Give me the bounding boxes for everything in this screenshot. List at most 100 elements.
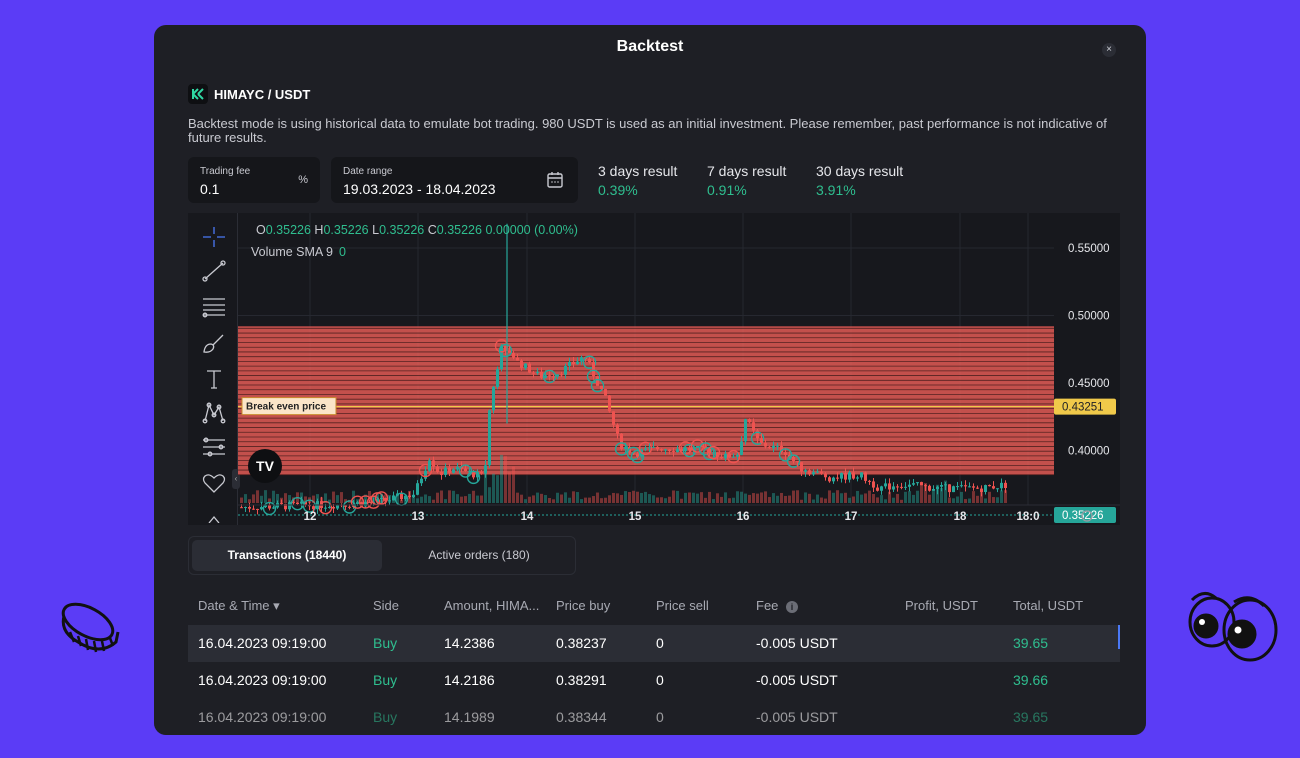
- candle-body: [972, 486, 975, 488]
- cell-price-buy: 0.38291: [556, 672, 607, 688]
- price-chart[interactable]: ‹ 0.55000 0.50000 0.45000 0.40000 0.43251 0.3…: [188, 213, 1120, 525]
- volume-bar: [896, 493, 899, 503]
- table-scrollbar[interactable]: [1118, 625, 1120, 649]
- candle-body: [940, 484, 943, 487]
- trading-fee-value[interactable]: 0.1: [200, 181, 219, 197]
- info-icon[interactable]: i: [786, 601, 799, 613]
- fee-header-label: Fee: [756, 598, 779, 613]
- volume-bar: [964, 499, 967, 503]
- volume-bar: [488, 487, 491, 503]
- candle-body: [248, 506, 251, 509]
- pair-label: HIMAYC / USDT: [214, 86, 311, 102]
- candle-body: [856, 477, 859, 479]
- volume-bar: [624, 491, 627, 503]
- candle-body: [548, 375, 551, 377]
- col-side[interactable]: Side: [373, 598, 399, 613]
- col-total[interactable]: Total, USDT: [1013, 598, 1083, 613]
- candle-body: [736, 454, 739, 457]
- candle-body: [512, 352, 515, 358]
- volume-bar: [260, 495, 263, 503]
- table-row[interactable]: 16.04.2023 09:19:00 Buy 14.2386 0.38237 …: [188, 625, 1120, 662]
- change-value: 0.00000 (0.00%): [485, 223, 578, 237]
- volume-bar: [800, 499, 803, 503]
- trend-line-icon[interactable]: [201, 259, 227, 283]
- col-price-buy[interactable]: Price buy: [556, 598, 610, 613]
- calendar-icon[interactable]: [546, 171, 564, 189]
- volume-bar: [836, 490, 839, 503]
- volume-bar: [356, 499, 359, 503]
- candle-body: [348, 506, 351, 508]
- volume-bar: [576, 492, 579, 503]
- candle-body: [608, 395, 611, 412]
- candle-body: [928, 485, 931, 491]
- candle-body: [540, 371, 543, 378]
- date-range-field[interactable]: Date range 19.03.2023 - 18.04.2023: [331, 157, 578, 203]
- time-tick-label: 17: [845, 511, 858, 523]
- candle-body: [528, 363, 531, 373]
- candle-body: [332, 506, 335, 509]
- pattern-icon[interactable]: [201, 401, 227, 425]
- candle-body: [260, 507, 263, 510]
- volume-bar: [476, 495, 479, 503]
- volume-bar: [596, 492, 599, 503]
- volume-legend: Volume SMA 9 0: [251, 245, 346, 259]
- volume-bar: [944, 480, 947, 503]
- candle-body: [544, 375, 547, 378]
- candle-body: [600, 385, 603, 390]
- trading-fee-field[interactable]: Trading fee 0.1 %: [188, 157, 320, 203]
- price-tick-label: 0.55000: [1068, 243, 1110, 255]
- volume-bar: [552, 499, 555, 503]
- percent-unit: %: [298, 174, 308, 186]
- volume-bar: [248, 499, 251, 503]
- close-icon[interactable]: ×: [1102, 43, 1116, 57]
- volume-bar: [784, 495, 787, 503]
- high-value: 0.35226: [323, 223, 369, 237]
- eraser-icon[interactable]: [201, 509, 227, 524]
- measure-icon[interactable]: [201, 435, 227, 459]
- volume-bar: [748, 494, 751, 503]
- volume-bar: [676, 490, 679, 503]
- candle-body: [464, 468, 467, 472]
- col-amount[interactable]: Amount, HIMA...: [444, 598, 539, 613]
- brush-icon[interactable]: [201, 331, 227, 355]
- pair-header: HIMAYC / USDT: [188, 84, 310, 104]
- date-range-value[interactable]: 19.03.2023 - 18.04.2023: [343, 181, 496, 197]
- volume-bar: [480, 495, 483, 503]
- candle-body: [652, 446, 655, 448]
- text-tool-icon[interactable]: [201, 367, 227, 391]
- volume-bar: [620, 494, 623, 503]
- col-date-time[interactable]: Date & Time ▾: [198, 598, 280, 614]
- volume-bar: [524, 499, 527, 503]
- candle-body: [872, 481, 875, 488]
- col-fee[interactable]: Fee i: [756, 598, 799, 613]
- volume-bar: [916, 490, 919, 503]
- volume-bar: [732, 497, 735, 503]
- table-row[interactable]: 16.04.2023 09:19:00 Buy 14.2186 0.38291 …: [188, 662, 1120, 699]
- open-label: O: [256, 223, 266, 237]
- tab-active-orders[interactable]: Active orders (180): [385, 540, 573, 571]
- col-price-sell[interactable]: Price sell: [656, 598, 709, 613]
- volume-bar: [688, 492, 691, 503]
- cell-amount: 14.2386: [444, 635, 495, 651]
- col-profit[interactable]: Profit, USDT: [905, 598, 978, 613]
- candle-body: [676, 448, 679, 452]
- candle-body: [452, 469, 455, 473]
- cell-price-sell: 0: [656, 672, 664, 688]
- tab-transactions[interactable]: Transactions (18440): [192, 540, 382, 571]
- cell-date: 16.04.2023 09:19:00: [198, 635, 327, 651]
- current-price-value: 0.35226: [1062, 510, 1104, 522]
- candle-body: [244, 506, 247, 508]
- volume-bar: [604, 497, 607, 503]
- price-tick-label: 0.50000: [1068, 311, 1110, 323]
- crosshair-icon[interactable]: [201, 225, 227, 249]
- candle-body: [716, 452, 719, 457]
- candle-body: [432, 460, 435, 467]
- fib-retracement-icon[interactable]: [201, 295, 227, 319]
- cell-fee: -0.005 USDT: [756, 635, 838, 651]
- favorites-heart-icon[interactable]: [201, 471, 227, 495]
- volume-bar: [628, 492, 631, 503]
- candle-body: [880, 486, 883, 491]
- volume-bar: [660, 497, 663, 503]
- tradingview-logo[interactable]: TV: [248, 449, 282, 483]
- volume-bar: [796, 490, 799, 503]
